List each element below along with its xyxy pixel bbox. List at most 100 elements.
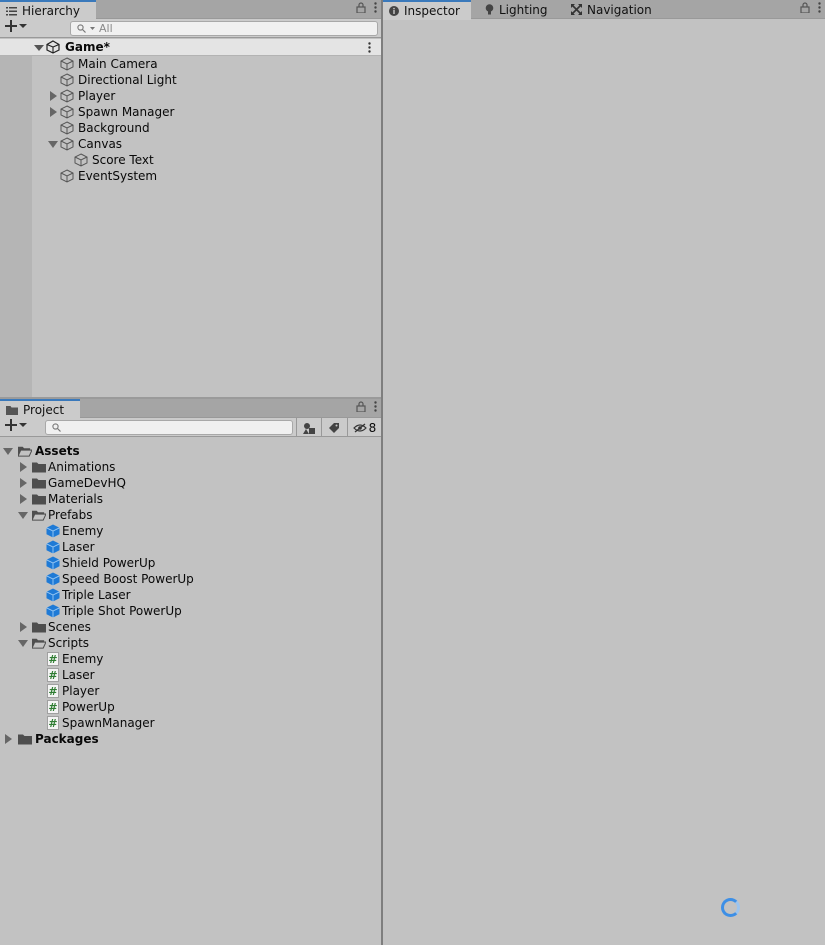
project-item[interactable]: # PowerUp bbox=[0, 699, 381, 715]
project-item[interactable]: Scripts bbox=[0, 635, 381, 651]
project-item[interactable]: # Player bbox=[0, 683, 381, 699]
project-search-input[interactable] bbox=[45, 420, 293, 435]
csharp-script-icon: # bbox=[46, 716, 60, 730]
project-item-assets[interactable]: Assets bbox=[0, 443, 381, 459]
project-item[interactable]: Animations bbox=[0, 459, 381, 475]
tab-project[interactable]: Project bbox=[0, 399, 80, 419]
create-dropdown-button[interactable] bbox=[5, 419, 27, 431]
hierarchy-item-label: Background bbox=[78, 121, 150, 135]
prefab-icon bbox=[46, 556, 60, 570]
project-item-packages[interactable]: Packages bbox=[0, 731, 381, 747]
tab-hierarchy[interactable]: Hierarchy bbox=[0, 0, 96, 20]
lock-icon[interactable] bbox=[356, 2, 366, 16]
project-item-label: Animations bbox=[48, 460, 116, 474]
hierarchy-item[interactable]: Canvas bbox=[0, 136, 381, 152]
project-item-label: SpawnManager bbox=[62, 716, 155, 730]
hierarchy-item-label: Canvas bbox=[78, 137, 123, 151]
collapse-arrow-icon[interactable] bbox=[3, 446, 13, 456]
project-item[interactable]: Materials bbox=[0, 491, 381, 507]
hierarchy-item[interactable]: Directional Light bbox=[0, 72, 381, 88]
svg-text:#: # bbox=[48, 669, 57, 682]
more-menu-icon[interactable] bbox=[374, 401, 377, 415]
plus-icon bbox=[5, 419, 17, 431]
project-item[interactable]: Prefabs bbox=[0, 507, 381, 523]
search-by-label-button[interactable] bbox=[321, 418, 345, 437]
project-item[interactable]: Laser bbox=[0, 539, 381, 555]
expand-arrow-icon[interactable] bbox=[18, 622, 28, 632]
scene-header[interactable]: Game* bbox=[0, 39, 381, 56]
collapse-arrow-icon[interactable] bbox=[18, 638, 28, 648]
hierarchy-item[interactable]: Player bbox=[0, 88, 381, 104]
project-item[interactable]: Triple Shot PowerUp bbox=[0, 603, 381, 619]
collapse-arrow-icon[interactable] bbox=[18, 510, 28, 520]
project-item[interactable]: Triple Laser bbox=[0, 587, 381, 603]
project-item[interactable]: Shield PowerUp bbox=[0, 555, 381, 571]
hierarchy-item[interactable]: Background bbox=[0, 120, 381, 136]
expand-arrow-icon[interactable] bbox=[18, 494, 28, 504]
project-panel: Project 8 Assets Animations GameDevHQ Ma… bbox=[0, 399, 381, 945]
expand-arrow-icon[interactable] bbox=[48, 107, 58, 117]
project-item-label: Prefabs bbox=[48, 508, 93, 522]
prefab-icon bbox=[46, 588, 60, 602]
tab-navigation[interactable]: Navigation bbox=[565, 0, 658, 19]
expand-arrow-icon[interactable] bbox=[18, 462, 28, 472]
project-item[interactable]: # SpawnManager bbox=[0, 715, 381, 731]
lock-icon[interactable] bbox=[800, 2, 810, 16]
project-item-label: Materials bbox=[48, 492, 104, 506]
tab-inspector[interactable]: Inspector bbox=[383, 0, 471, 20]
more-menu-icon[interactable] bbox=[374, 2, 377, 16]
inspector-tab-bar: Inspector Lighting Navigation bbox=[383, 0, 825, 20]
project-item-label: Speed Boost PowerUp bbox=[62, 572, 194, 586]
gameobject-cube-icon bbox=[60, 105, 74, 119]
folder-icon bbox=[6, 405, 18, 415]
more-menu-icon[interactable] bbox=[818, 2, 821, 16]
expand-arrow-icon[interactable] bbox=[18, 478, 28, 488]
tab-hierarchy-label: Hierarchy bbox=[22, 4, 81, 18]
search-by-type-button[interactable] bbox=[296, 418, 320, 437]
loading-spinner-icon bbox=[721, 898, 740, 917]
hierarchy-search-input[interactable]: All bbox=[70, 21, 378, 36]
project-item[interactable]: GameDevHQ bbox=[0, 475, 381, 491]
hierarchy-toolbar: All bbox=[0, 19, 381, 38]
scene-menu-icon[interactable] bbox=[368, 42, 371, 56]
project-item[interactable]: Scenes bbox=[0, 619, 381, 635]
create-dropdown-button[interactable] bbox=[5, 20, 27, 32]
folder-open-icon bbox=[32, 508, 46, 522]
project-item[interactable]: # Laser bbox=[0, 667, 381, 683]
folder-icon bbox=[32, 620, 46, 634]
expand-arrow-icon[interactable] bbox=[3, 734, 13, 744]
filter-by-type-icon bbox=[302, 422, 315, 434]
gameobject-cube-icon bbox=[60, 57, 74, 71]
hidden-packages-toggle[interactable]: 8 bbox=[347, 418, 381, 437]
hierarchy-item[interactable]: EventSystem bbox=[0, 168, 381, 184]
gameobject-cube-icon bbox=[60, 169, 74, 183]
svg-text:#: # bbox=[48, 701, 57, 714]
expand-arrow-icon[interactable] bbox=[48, 91, 58, 101]
project-item[interactable]: Enemy bbox=[0, 523, 381, 539]
hierarchy-item[interactable]: Score Text bbox=[0, 152, 381, 168]
search-icon bbox=[52, 423, 61, 432]
search-icon bbox=[77, 24, 86, 33]
expand-arrow-icon[interactable] bbox=[34, 42, 44, 56]
collapse-arrow-icon[interactable] bbox=[48, 139, 58, 149]
hierarchy-item[interactable]: Spawn Manager bbox=[0, 104, 381, 120]
folder-icon bbox=[32, 460, 46, 474]
svg-text:#: # bbox=[48, 685, 57, 698]
gameobject-cube-icon bbox=[60, 121, 74, 135]
hierarchy-item-label: Player bbox=[78, 89, 116, 103]
project-root-label: Assets bbox=[35, 444, 80, 458]
folder-icon bbox=[32, 476, 46, 490]
plus-icon bbox=[5, 20, 17, 32]
lock-icon[interactable] bbox=[356, 401, 366, 415]
hierarchy-item-label: Score Text bbox=[92, 153, 154, 167]
project-item-label: Player bbox=[62, 684, 100, 698]
project-item[interactable]: Speed Boost PowerUp bbox=[0, 571, 381, 587]
gameobject-cube-icon bbox=[60, 73, 74, 87]
list-icon bbox=[6, 6, 17, 16]
hierarchy-item-label: Main Camera bbox=[78, 57, 158, 71]
tab-lighting[interactable]: Lighting bbox=[479, 0, 554, 19]
hierarchy-item[interactable]: Main Camera bbox=[0, 56, 381, 72]
project-item[interactable]: # Enemy bbox=[0, 651, 381, 667]
hierarchy-panel: Hierarchy All Game* Main Camera Directio… bbox=[0, 0, 381, 398]
project-item-label: Laser bbox=[62, 540, 95, 554]
